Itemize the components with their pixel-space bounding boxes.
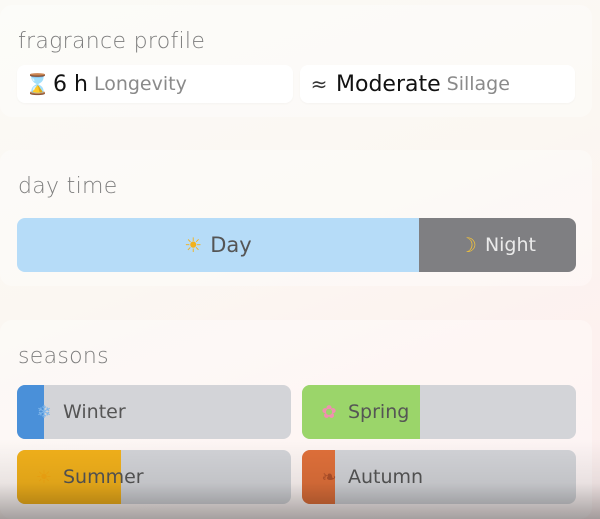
season-spring[interactable]: ✿ Spring — [302, 385, 576, 439]
snowflake-icon: ❄ — [36, 401, 52, 423]
season-spring-label: Spring — [348, 401, 410, 423]
day-label: Day — [210, 233, 252, 257]
sillage-pill: ≈ Moderate Sillage — [300, 65, 575, 103]
fragrance-profile-card: fragrance profile ⌛ 6 h Longevity ≈ Mode… — [0, 5, 592, 117]
sun-icon: ☀ — [35, 466, 53, 488]
wave-icon: ≈ — [310, 72, 328, 96]
day-option[interactable]: ☀ Day — [17, 218, 419, 272]
leaf-icon: ❧ — [321, 466, 337, 488]
seasons-title: seasons — [18, 344, 109, 369]
longevity-label: Longevity — [93, 73, 187, 95]
season-winter-label: Winter — [63, 401, 126, 423]
daytime-toggle: ☀ Day ☽ Night — [17, 218, 576, 272]
sillage-value: Moderate — [336, 71, 441, 97]
daytime-title: day time — [18, 174, 118, 199]
sun-icon: ☀ — [184, 233, 203, 257]
season-summer-label: Summer — [63, 466, 144, 488]
flower-icon: ✿ — [321, 401, 337, 423]
hourglass-icon: ⌛ — [25, 72, 50, 96]
season-winter[interactable]: ❄ Winter — [17, 385, 291, 439]
fragrance-profile-title: fragrance profile — [18, 29, 206, 54]
moon-icon: ☽ — [459, 233, 477, 257]
night-option[interactable]: ☽ Night — [419, 218, 576, 272]
longevity-pill: ⌛ 6 h Longevity — [17, 65, 293, 103]
night-label: Night — [484, 234, 536, 256]
season-autumn[interactable]: ❧ Autumn — [302, 450, 576, 504]
sillage-label: Sillage — [446, 73, 510, 95]
season-autumn-label: Autumn — [348, 466, 424, 488]
season-summer[interactable]: ☀ Summer — [17, 450, 291, 504]
longevity-value: 6 h — [53, 71, 88, 97]
